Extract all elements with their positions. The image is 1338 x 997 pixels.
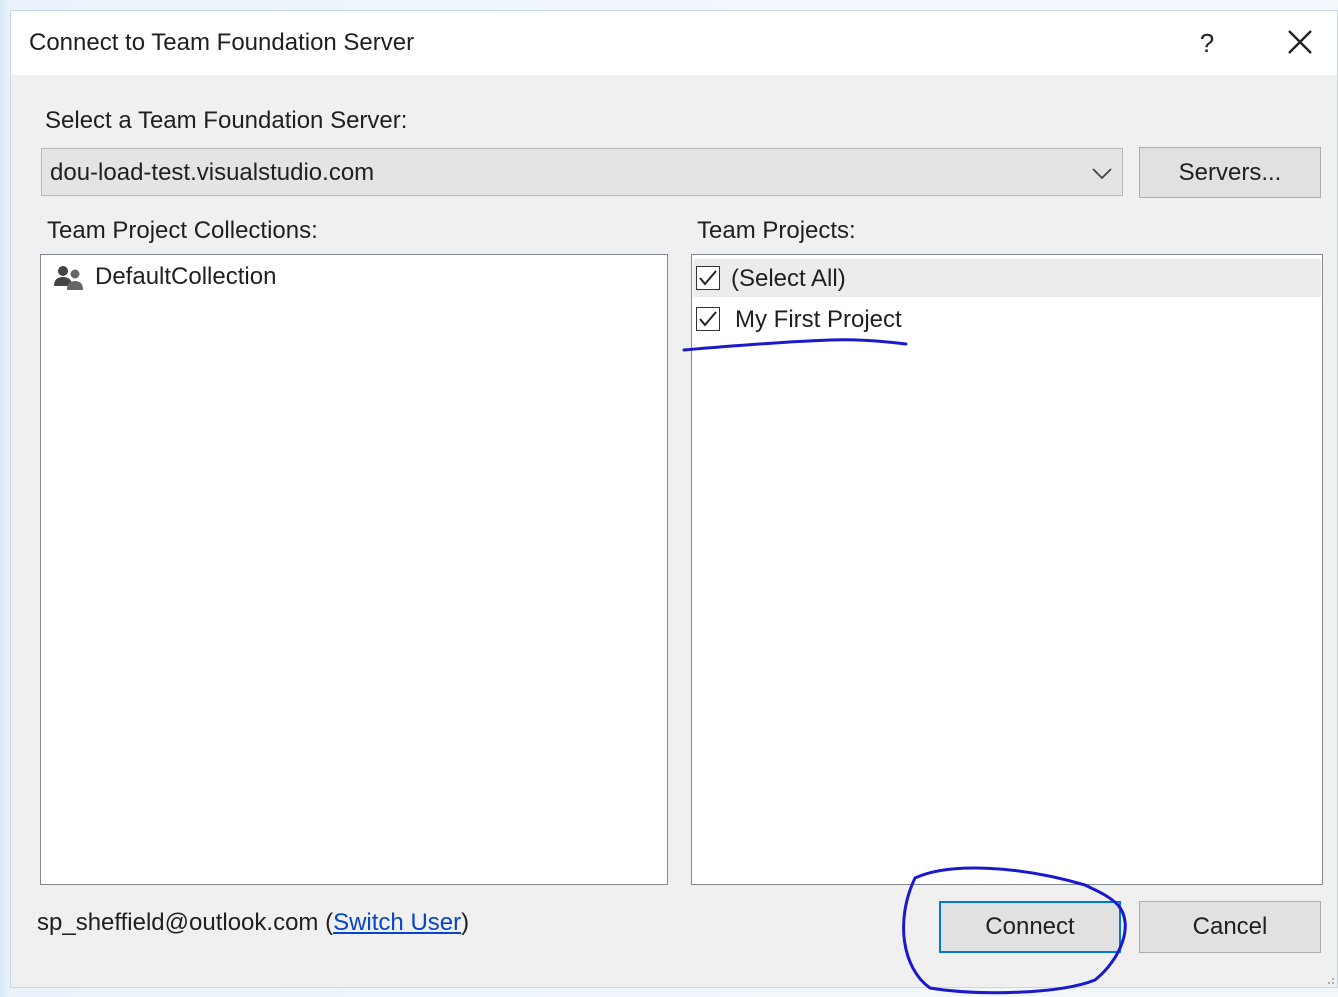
cancel-button[interactable]: Cancel <box>1139 901 1321 953</box>
checkmark-icon <box>699 270 717 286</box>
collections-list[interactable]: DefaultCollection <box>40 254 668 885</box>
switch-user-link[interactable]: Switch User <box>333 909 461 936</box>
close-button[interactable] <box>1281 23 1321 63</box>
project-item-label: (Select All) <box>731 265 846 292</box>
server-label: Select a Team Foundation Server: <box>45 107 408 134</box>
my-first-project-checkbox[interactable] <box>696 307 720 331</box>
project-item-my-first-project[interactable]: My First Project <box>693 300 1321 338</box>
connect-dialog: Connect to Team Foundation Server ? Sele… <box>10 10 1338 988</box>
dialog-title: Connect to Team Foundation Server <box>29 29 415 56</box>
server-combobox-value: dou-load-test.visualstudio.com <box>50 159 375 186</box>
projects-list[interactable]: (Select All) My First Project <box>691 254 1323 885</box>
server-combobox[interactable]: dou-load-test.visualstudio.com <box>41 148 1123 196</box>
signed-in-user: sp_sheffield@outlook.com (Switch User) <box>37 909 469 937</box>
close-icon <box>1288 30 1312 54</box>
servers-button[interactable]: Servers... <box>1139 147 1321 198</box>
projects-label: Team Projects: <box>697 217 856 244</box>
project-item-label: My First Project <box>735 306 902 333</box>
resize-grip-icon[interactable] <box>1325 975 1335 985</box>
project-item-select-all[interactable]: (Select All) <box>693 259 1321 297</box>
select-all-checkbox[interactable] <box>696 266 720 290</box>
collection-item-defaultcollection[interactable]: DefaultCollection <box>45 257 663 295</box>
close-paren: ) <box>461 909 470 936</box>
user-email: sp_sheffield@outlook.com <box>37 909 319 936</box>
collections-label: Team Project Collections: <box>47 217 318 244</box>
chevron-down-icon[interactable] <box>1090 161 1114 185</box>
connect-button[interactable]: Connect <box>939 901 1121 953</box>
title-bar: Connect to Team Foundation Server ? <box>11 11 1337 75</box>
collection-item-label: DefaultCollection <box>95 263 277 290</box>
open-paren: ( <box>318 909 334 936</box>
help-button[interactable]: ? <box>1189 25 1225 61</box>
checkmark-icon <box>699 311 717 327</box>
users-group-icon <box>54 266 83 290</box>
